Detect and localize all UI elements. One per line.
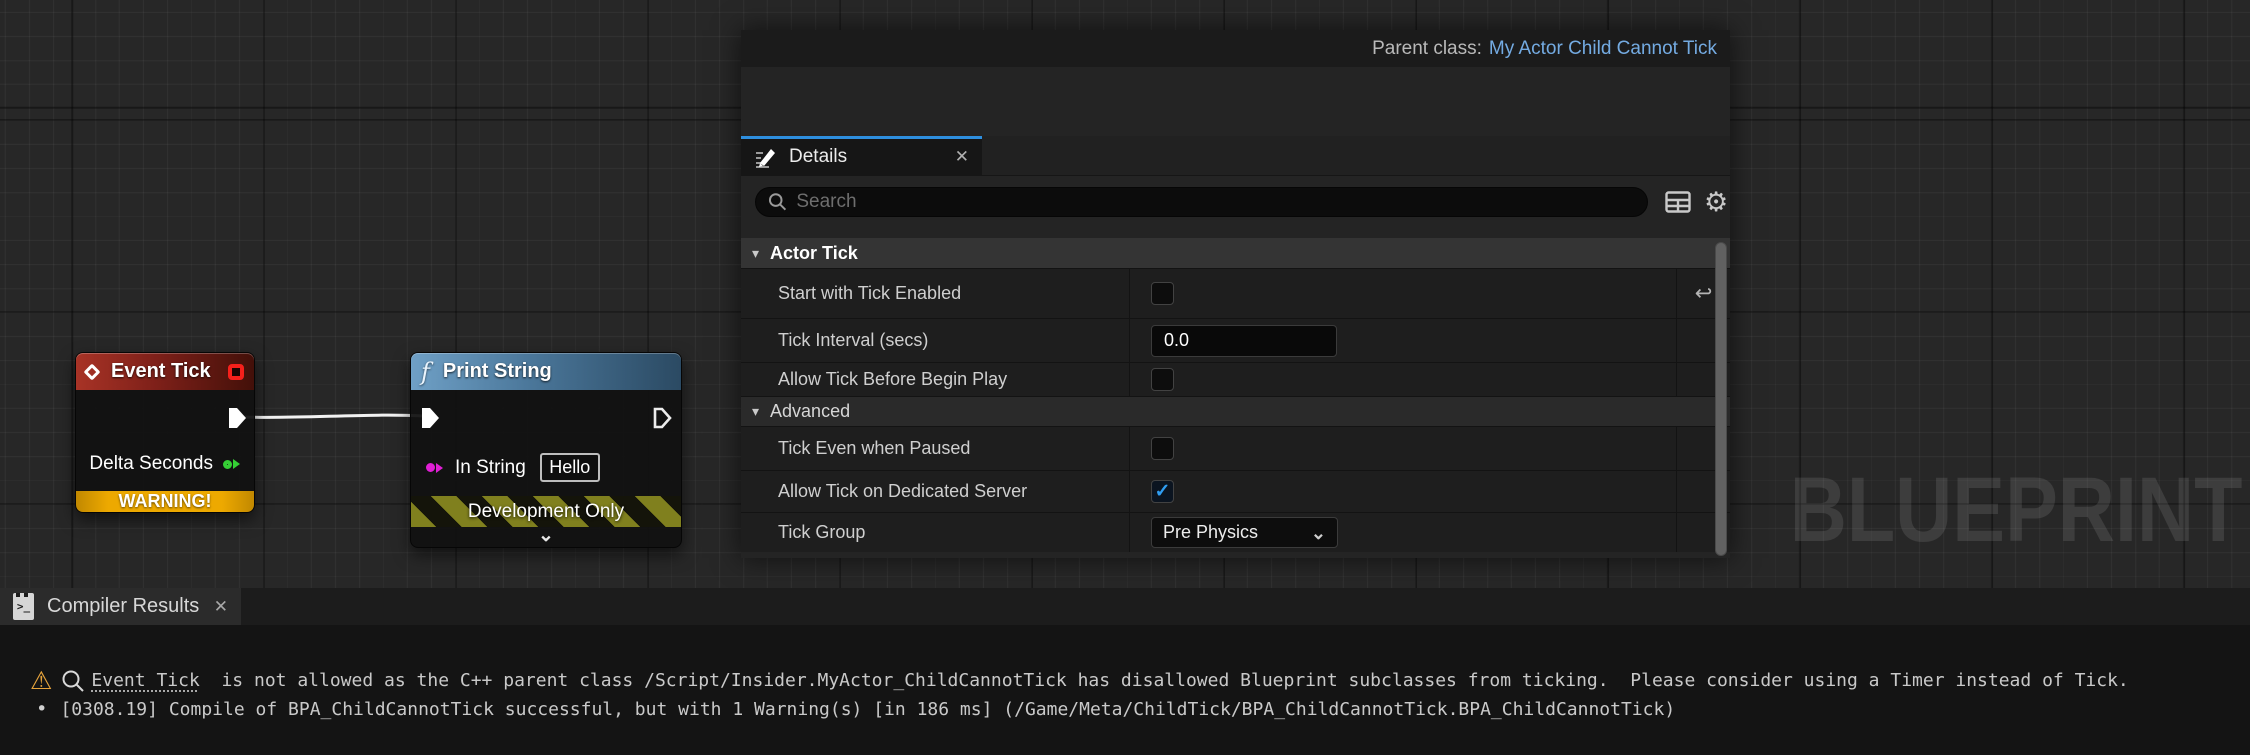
event-tick-link[interactable]: Event Tick xyxy=(91,670,199,691)
node-expand-chevron-icon[interactable]: ⌄ xyxy=(411,525,681,547)
in-string-pin-arrow xyxy=(436,463,443,473)
property-row-tick-even-when-paused: Tick Even when Paused xyxy=(741,426,1730,470)
compiler-log-icon: >_ xyxy=(13,593,34,620)
event-tick-node-title: Event Tick xyxy=(111,360,211,383)
property-label: Tick Group xyxy=(741,513,1130,552)
blueprint-watermark: BLUEPRINT xyxy=(1789,458,2242,563)
parent-class-label: Parent class: xyxy=(1372,38,1482,60)
section-header-actor-tick[interactable]: ▾ Actor Tick xyxy=(741,238,1730,268)
event-tick-node-header[interactable]: Event Tick xyxy=(76,353,254,390)
property-row-allow-tick-before-begin-play: Allow Tick Before Begin Play xyxy=(741,362,1730,396)
event-red-box-icon xyxy=(228,364,244,380)
compiler-tabstrip: >_ Compiler Results ✕ xyxy=(0,588,2250,625)
delta-seconds-pin-arrow xyxy=(233,459,240,469)
tick-group-selected-value: Pre Physics xyxy=(1163,522,1258,543)
print-string-exec-output-pin[interactable] xyxy=(652,406,672,430)
section-title: Actor Tick xyxy=(770,243,858,264)
details-toolbar-space xyxy=(741,67,1730,136)
function-icon: f xyxy=(421,360,430,384)
node-warning-banner: WARNING! xyxy=(76,491,254,512)
log-message-text: [0308.19] Compile of BPA_ChildCannotTick… xyxy=(60,699,1675,720)
compiler-warning-message: ⚠ Event Tick is not allowed as the C++ p… xyxy=(30,668,2129,693)
start-with-tick-enabled-checkbox[interactable] xyxy=(1151,282,1174,305)
collapse-triangle-icon[interactable]: ▾ xyxy=(752,245,759,262)
details-scrollbar[interactable] xyxy=(1715,242,1727,556)
delta-seconds-pin-row: Delta Seconds xyxy=(89,453,240,475)
details-tab-row: Details ✕ xyxy=(741,136,1730,176)
details-tab-close-icon[interactable]: ✕ xyxy=(955,147,969,167)
find-in-graph-icon[interactable] xyxy=(61,669,85,693)
bullet-icon: • xyxy=(36,698,47,720)
search-input[interactable] xyxy=(796,191,1635,213)
display-filter-grid-icon[interactable] xyxy=(1665,191,1691,213)
chevron-down-icon: ⌄ xyxy=(1311,529,1326,537)
section-title: Advanced xyxy=(770,401,850,422)
event-tick-node[interactable]: Event Tick Delta Seconds WARNING! xyxy=(75,352,255,513)
property-label: Allow Tick Before Begin Play xyxy=(741,363,1130,396)
property-row-tick-group: Tick Group Pre Physics ⌄ xyxy=(741,512,1730,552)
details-panel: Parent class: My Actor Child Cannot Tick… xyxy=(741,30,1730,558)
tab-compiler-results[interactable]: >_ Compiler Results ✕ xyxy=(0,588,241,625)
print-string-node-title: Print String xyxy=(443,360,552,383)
property-row-allow-tick-on-dedicated-server: Allow Tick on Dedicated Server ✓ xyxy=(741,470,1730,512)
allow-tick-before-begin-play-checkbox[interactable] xyxy=(1151,368,1174,391)
delta-seconds-label: Delta Seconds xyxy=(89,453,213,475)
compiler-tab-close-icon[interactable]: ✕ xyxy=(214,597,228,617)
delta-seconds-float-pin-icon[interactable] xyxy=(223,460,232,469)
search-box[interactable] xyxy=(755,187,1648,217)
event-diamond-icon xyxy=(84,363,101,380)
event-tick-exec-output-pin[interactable] xyxy=(227,406,247,430)
print-string-node-header[interactable]: f Print String xyxy=(411,353,681,390)
details-properties-area: ▾ Actor Tick Start with Tick Enabled ↩ T… xyxy=(741,238,1730,552)
gear-icon[interactable]: ⚙ xyxy=(1704,189,1728,216)
check-icon: ✓ xyxy=(1155,480,1171,503)
tick-even-when-paused-checkbox[interactable] xyxy=(1151,437,1174,460)
print-string-node[interactable]: f Print String In String Hello Developme… xyxy=(410,352,682,548)
development-only-banner: Development Only xyxy=(411,496,681,527)
warning-triangle-icon: ⚠ xyxy=(30,668,52,693)
property-label: Tick Interval (secs) xyxy=(741,319,1130,362)
allow-tick-on-dedicated-server-checkbox[interactable]: ✓ xyxy=(1151,480,1174,503)
print-string-exec-input-pin[interactable] xyxy=(420,406,440,430)
in-string-pin-row: In String Hello xyxy=(426,453,600,482)
tick-interval-input[interactable] xyxy=(1151,325,1337,357)
property-label: Allow Tick on Dedicated Server xyxy=(741,471,1130,512)
in-string-label: In String xyxy=(455,457,526,479)
property-label: Tick Even when Paused xyxy=(741,427,1130,470)
details-search-row: ⚙ xyxy=(741,176,1730,228)
details-tab-label: Details xyxy=(789,146,847,168)
compiler-tab-label: Compiler Results xyxy=(47,595,199,618)
parent-class-link[interactable]: My Actor Child Cannot Tick xyxy=(1489,38,1717,60)
property-row-tick-interval: Tick Interval (secs) xyxy=(741,318,1730,362)
rows-spacer xyxy=(741,228,1730,238)
property-label: Start with Tick Enabled xyxy=(741,269,1130,318)
property-row-start-with-tick-enabled: Start with Tick Enabled ↩ xyxy=(741,268,1730,318)
compiler-log-message: • [0308.19] Compile of BPA_ChildCannotTi… xyxy=(36,698,1675,720)
in-string-value-field[interactable]: Hello xyxy=(540,453,600,482)
blueprint-graph-canvas[interactable]: BLUEPRINT Event Tick Delta Seconds WARNI… xyxy=(0,0,2250,588)
compiler-results-panel: >_ Compiler Results ✕ ⚠ Event Tick is no… xyxy=(0,588,2250,755)
collapse-triangle-icon[interactable]: ▾ xyxy=(752,403,759,420)
tick-group-dropdown[interactable]: Pre Physics ⌄ xyxy=(1151,517,1338,548)
section-header-advanced[interactable]: ▾ Advanced xyxy=(741,396,1730,426)
search-icon xyxy=(768,192,787,212)
parent-class-bar: Parent class: My Actor Child Cannot Tick xyxy=(741,30,1730,67)
reset-to-default-icon[interactable]: ↩ xyxy=(1695,281,1713,306)
details-pencil-icon xyxy=(754,146,777,169)
tab-details[interactable]: Details ✕ xyxy=(741,136,982,175)
warning-message-text: is not allowed as the C++ parent class /… xyxy=(200,670,2129,691)
in-string-string-pin-icon[interactable] xyxy=(426,463,435,472)
